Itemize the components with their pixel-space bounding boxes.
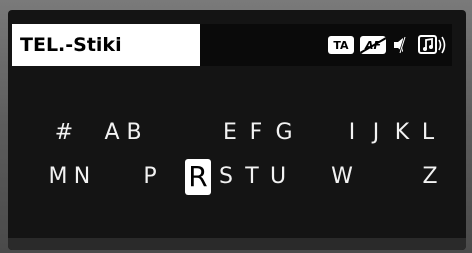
key-hash[interactable]: # bbox=[52, 118, 76, 148]
key-f[interactable]: F bbox=[244, 118, 268, 148]
key-k[interactable]: K bbox=[390, 118, 414, 148]
key-w[interactable]: W bbox=[330, 162, 354, 192]
af-disabled-badge: AF bbox=[360, 36, 386, 54]
key-i[interactable]: I bbox=[340, 118, 364, 148]
key-g[interactable]: G bbox=[272, 118, 296, 148]
key-r-selected[interactable]: R bbox=[185, 159, 211, 195]
key-a[interactable]: A bbox=[100, 118, 124, 148]
bottom-strip bbox=[8, 238, 466, 250]
page-title: TEL.-Stiki bbox=[12, 24, 200, 66]
key-e[interactable]: E bbox=[218, 118, 242, 148]
ta-badge: TA bbox=[328, 36, 354, 54]
mute-icon bbox=[392, 35, 412, 55]
key-s[interactable]: S bbox=[214, 162, 238, 192]
key-u[interactable]: U bbox=[266, 162, 290, 192]
key-j[interactable]: J bbox=[364, 118, 388, 148]
key-p[interactable]: P bbox=[138, 162, 162, 192]
key-z[interactable]: Z bbox=[418, 162, 442, 192]
status-icons: TA AF bbox=[200, 24, 452, 66]
key-t[interactable]: T bbox=[240, 162, 264, 192]
key-l[interactable]: L bbox=[416, 118, 440, 148]
header-bar: TEL.-Stiki TA AF bbox=[12, 24, 452, 66]
key-n[interactable]: N bbox=[70, 162, 94, 192]
key-m[interactable]: M bbox=[46, 162, 70, 192]
music-speaker-icon bbox=[418, 34, 448, 56]
key-b[interactable]: B bbox=[122, 118, 146, 148]
